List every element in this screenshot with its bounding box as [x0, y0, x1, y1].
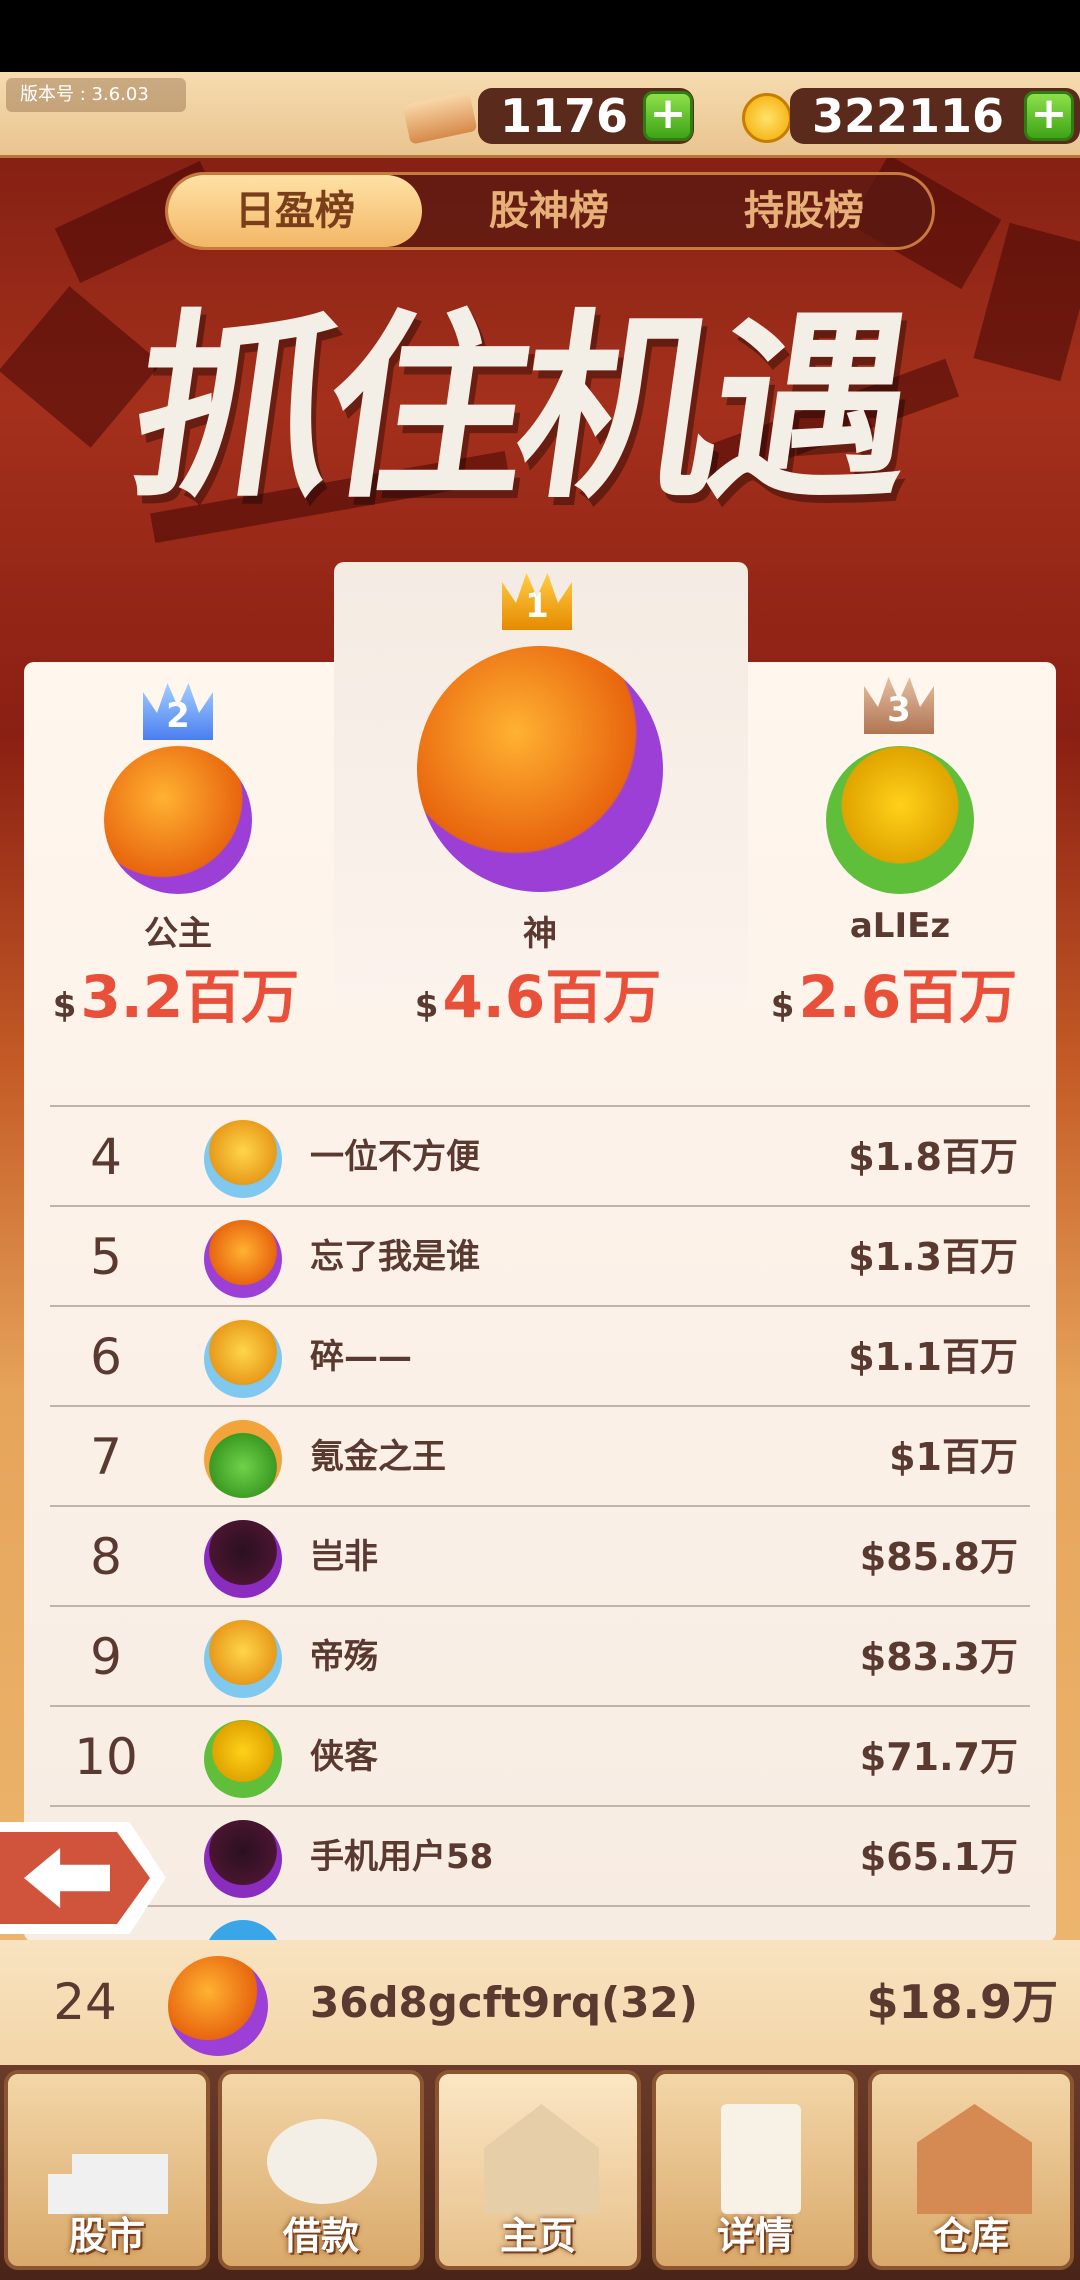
player-name: 帝殇	[310, 1637, 378, 1677]
avatar	[204, 1520, 282, 1598]
document-icon	[721, 2104, 801, 2214]
list-item-partial	[50, 1905, 1030, 1940]
player-value: $1.8百万	[848, 1135, 1018, 1179]
ranking-tabs: 日盈榜 股神榜 持股榜	[165, 172, 935, 250]
player-name: 侠客	[310, 1737, 378, 1777]
add-coins-button[interactable]: +	[1024, 91, 1074, 141]
nav-details[interactable]: 详情	[652, 2070, 858, 2270]
my-name: 36d8gcft9rq(32)	[310, 1978, 698, 2027]
house-icon	[484, 2104, 599, 2214]
avatar	[204, 1420, 282, 1498]
status-bar-area	[0, 0, 1080, 72]
second-value: $3.2百万	[52, 963, 300, 1031]
version-label: 版本号	[20, 84, 74, 105]
nav-warehouse[interactable]: 仓库	[868, 2070, 1074, 2270]
avatar-first[interactable]	[417, 646, 663, 892]
first-value: $4.6百万	[414, 963, 662, 1031]
version-value: 3.6.03	[91, 84, 149, 105]
list-item[interactable]: 6 碎—— $1.1百万	[50, 1305, 1030, 1405]
rank-number: 10	[74, 1728, 138, 1786]
player-name: 一位不方便	[310, 1137, 480, 1177]
player-name: 岂非	[310, 1537, 378, 1577]
rank-number: 5	[90, 1228, 122, 1286]
list-item[interactable]: 4 一位不方便 $1.8百万	[50, 1105, 1030, 1205]
avatar-third[interactable]	[826, 746, 974, 894]
player-name: 氪金之王	[310, 1437, 446, 1477]
coin-icon	[742, 93, 792, 143]
my-value: $18.9万	[866, 1975, 1058, 2029]
second-name: 公主	[144, 914, 212, 954]
list-item[interactable]: 手机用户58 $65.1万	[50, 1805, 1030, 1905]
banner-title: 抓住机遇	[119, 293, 921, 526]
list-item[interactable]: 7 氪金之王 $1百万	[50, 1405, 1030, 1505]
avatar-second[interactable]	[104, 746, 252, 894]
first-name: 神	[523, 914, 557, 954]
avatar	[204, 1720, 282, 1798]
my-avatar[interactable]	[168, 1956, 268, 2056]
nav-home[interactable]: 主页	[435, 2070, 641, 2270]
player-value: $85.8万	[859, 1535, 1018, 1579]
rank-number: 6	[90, 1328, 122, 1386]
player-value: $71.7万	[859, 1735, 1018, 1779]
avatar	[204, 1320, 282, 1398]
player-name: 碎——	[310, 1337, 412, 1377]
rank-number: 8	[90, 1528, 122, 1586]
player-value: $83.3万	[859, 1635, 1018, 1679]
third-name: aLIEz	[849, 906, 951, 946]
list-item[interactable]: 8 岂非 $85.8万	[50, 1505, 1030, 1605]
warehouse-icon	[917, 2104, 1032, 2214]
piggy-bank-icon	[267, 2119, 377, 2204]
avatar	[204, 1820, 282, 1898]
list-item[interactable]: 10 侠客 $71.7万	[50, 1705, 1030, 1805]
tab-stock-god[interactable]: 股神榜	[422, 175, 676, 247]
rank-number: 4	[90, 1128, 122, 1186]
version-badge: 版本号 : 3.6.03	[6, 78, 186, 112]
player-value: $65.1万	[859, 1835, 1018, 1879]
chart-icon	[48, 2124, 168, 2214]
nav-stock-market[interactable]: 股市	[4, 2070, 210, 2270]
third-value: $2.6百万	[770, 963, 1018, 1031]
avatar	[204, 1120, 282, 1198]
list-item[interactable]: 5 忘了我是谁 $1.3百万	[50, 1205, 1030, 1305]
my-rank: 24	[53, 1973, 117, 2031]
avatar	[204, 1920, 282, 1940]
tab-daily-profit[interactable]: 日盈榜	[168, 175, 422, 247]
player-value: $1.3百万	[848, 1235, 1018, 1279]
avatar	[204, 1620, 282, 1698]
rank-number: 7	[90, 1428, 122, 1486]
player-name: 忘了我是谁	[310, 1237, 480, 1277]
my-ranking-row: 24 36d8gcft9rq(32) $18.9万	[0, 1940, 1080, 2065]
player-value: $1百万	[889, 1435, 1018, 1479]
tab-holdings[interactable]: 持股榜	[676, 175, 932, 247]
rank-number: 9	[90, 1628, 122, 1686]
list-item[interactable]: 9 帝殇 $83.3万	[50, 1605, 1030, 1705]
add-tickets-button[interactable]: +	[643, 91, 693, 141]
player-name: 手机用户58	[310, 1837, 494, 1877]
avatar	[204, 1220, 282, 1298]
nav-loan[interactable]: 借款	[218, 2070, 424, 2270]
player-value: $1.1百万	[848, 1335, 1018, 1379]
